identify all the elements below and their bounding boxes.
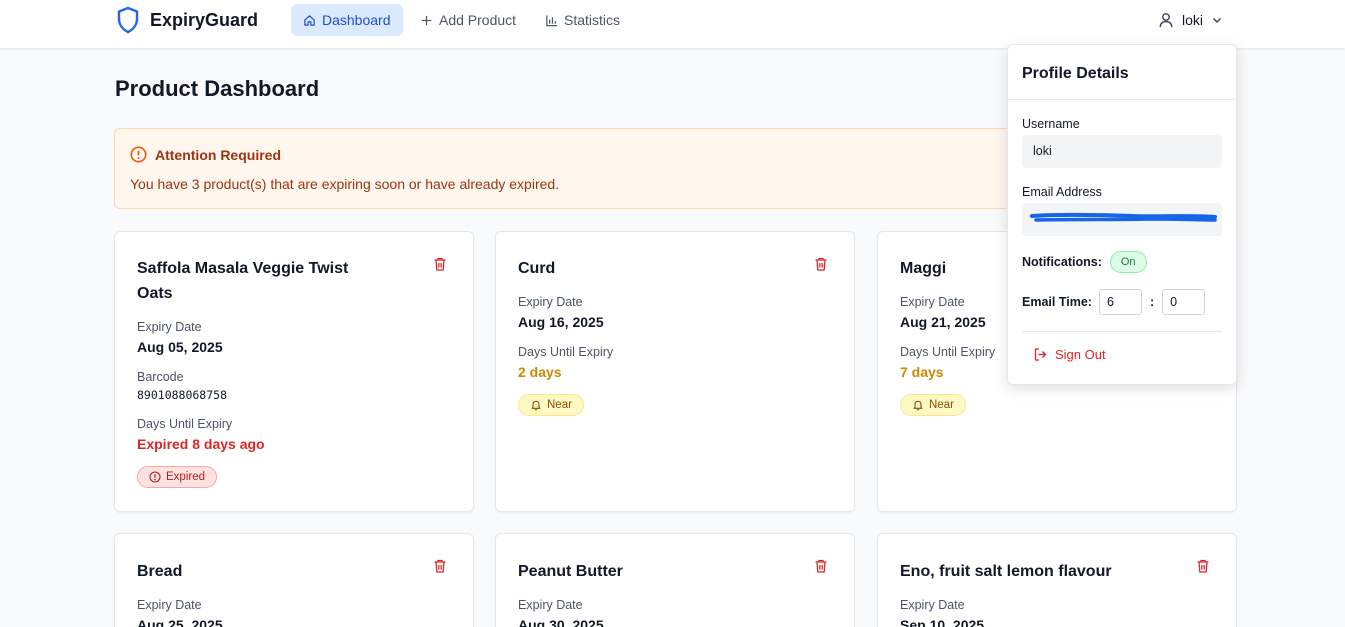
expiry-date-value: Aug 21, 2025 bbox=[900, 314, 986, 330]
product-card: Eno, fruit salt lemon flavour Expiry Dat… bbox=[877, 533, 1237, 627]
nav-add-product-label: Add Product bbox=[439, 12, 517, 28]
expiry-date-value: Aug 05, 2025 bbox=[137, 339, 223, 355]
brand-name: ExpiryGuard bbox=[150, 9, 259, 30]
expiry-date-label: Expiry Date bbox=[137, 320, 202, 334]
alert-title-row: Attention Required bbox=[130, 146, 281, 163]
alert-title: Attention Required bbox=[155, 146, 281, 163]
sign-out-button[interactable]: Sign Out bbox=[1033, 347, 1106, 362]
nav-dashboard[interactable]: Dashboard bbox=[291, 4, 403, 36]
product-name: Curd bbox=[518, 260, 556, 277]
status-badge-label: Expired bbox=[166, 471, 205, 483]
days-until-expiry-label: Days Until Expiry bbox=[137, 417, 233, 431]
days-until-expiry-label: Days Until Expiry bbox=[518, 345, 614, 359]
alert-message: You have 3 product(s) that are expiring … bbox=[130, 176, 560, 192]
expiry-date-value: Aug 16, 2025 bbox=[518, 314, 604, 330]
user-menu-button[interactable]: loki bbox=[1158, 8, 1223, 32]
divider bbox=[1008, 99, 1236, 100]
profile-dropdown: Profile Details Username loki Email Addr… bbox=[1007, 44, 1237, 385]
days-until-expiry-value: Expired 8 days ago bbox=[137, 436, 265, 452]
status-badge-label: Near bbox=[547, 399, 572, 411]
time-separator: : bbox=[1149, 295, 1155, 309]
expiry-date-label: Expiry Date bbox=[137, 598, 202, 612]
trash-icon[interactable] bbox=[432, 558, 448, 574]
notifications-label: Notifications: bbox=[1022, 255, 1102, 269]
barcode-value: 8901088068758 bbox=[137, 388, 228, 402]
alert-circle-icon bbox=[149, 471, 161, 483]
home-icon bbox=[304, 14, 315, 26]
logout-icon bbox=[1034, 348, 1047, 361]
nav-statistics[interactable]: Statistics bbox=[533, 4, 632, 36]
bell-icon bbox=[531, 400, 541, 411]
trash-icon[interactable] bbox=[432, 256, 448, 272]
divider bbox=[1022, 331, 1222, 332]
chevron-down-icon bbox=[1213, 18, 1222, 23]
nav-statistics-label: Statistics bbox=[564, 12, 621, 28]
alert-circle-icon bbox=[130, 146, 147, 163]
page-title: Product Dashboard bbox=[115, 76, 320, 101]
brand[interactable]: ExpiryGuard bbox=[116, 6, 258, 34]
expiry-date-value: Aug 25, 2025 bbox=[137, 617, 223, 627]
email-time-row: Email Time: : bbox=[1022, 289, 1206, 315]
product-card: Bread Expiry Date Aug 25, 2025 bbox=[114, 533, 474, 627]
shield-icon bbox=[117, 6, 139, 34]
status-badge: Near bbox=[900, 394, 966, 416]
product-name: Eno, fruit salt lemon flavour bbox=[900, 563, 1112, 580]
email-time-label: Email Time: bbox=[1022, 295, 1092, 309]
trash-icon[interactable] bbox=[813, 558, 829, 574]
email-minute-input[interactable] bbox=[1162, 289, 1206, 315]
bar-chart-icon bbox=[546, 14, 558, 26]
email-hour-input[interactable] bbox=[1098, 289, 1142, 315]
status-badge-label: Near bbox=[929, 399, 954, 411]
username-field: loki bbox=[1022, 135, 1222, 168]
nav-add-product[interactable]: Add Product bbox=[408, 4, 528, 36]
expiry-date-value: Aug 30, 2025 bbox=[518, 617, 604, 627]
redaction-scribble bbox=[1030, 212, 1217, 222]
product-card: Curd Expiry Date Aug 16, 2025 Days Until… bbox=[495, 231, 855, 512]
sign-out-label: Sign Out bbox=[1055, 347, 1106, 362]
user-name: loki bbox=[1182, 12, 1204, 28]
days-until-expiry-label: Days Until Expiry bbox=[900, 345, 996, 359]
days-until-expiry-value: 7 days bbox=[900, 364, 944, 380]
days-until-expiry-value: 2 days bbox=[518, 364, 562, 380]
product-card: Peanut Butter Expiry Date Aug 30, 2025 bbox=[495, 533, 855, 627]
product-name: Peanut Butter bbox=[518, 563, 623, 580]
expiry-date-label: Expiry Date bbox=[900, 598, 965, 612]
profile-title: Profile Details bbox=[1022, 65, 1129, 82]
plus-icon bbox=[421, 15, 432, 25]
trash-icon[interactable] bbox=[813, 256, 829, 272]
email-field bbox=[1022, 203, 1222, 236]
expiry-date-label: Expiry Date bbox=[900, 295, 965, 309]
status-badge: Near bbox=[518, 394, 584, 416]
notifications-row: Notifications: On bbox=[1022, 251, 1147, 273]
product-name: Bread bbox=[137, 563, 183, 580]
top-navbar: ExpiryGuard Dashboard Add Product Statis… bbox=[0, 0, 1345, 48]
expiry-date-label: Expiry Date bbox=[518, 598, 583, 612]
barcode-label: Barcode bbox=[137, 370, 184, 384]
bell-icon bbox=[913, 400, 923, 411]
expiry-date-value: Sep 10, 2025 bbox=[900, 617, 985, 627]
product-card: Saffola Masala Veggie Twist Oats Expiry … bbox=[114, 231, 474, 512]
username-label: Username bbox=[1022, 117, 1080, 131]
notifications-toggle[interactable]: On bbox=[1109, 251, 1147, 273]
product-name: Saffola Masala Veggie Twist Oats bbox=[137, 260, 349, 302]
user-icon bbox=[1159, 13, 1173, 28]
email-label: Email Address bbox=[1022, 185, 1102, 199]
nav-dashboard-label: Dashboard bbox=[322, 12, 391, 28]
trash-icon[interactable] bbox=[1195, 558, 1211, 574]
status-badge: Expired bbox=[137, 466, 217, 488]
expiry-date-label: Expiry Date bbox=[518, 295, 583, 309]
